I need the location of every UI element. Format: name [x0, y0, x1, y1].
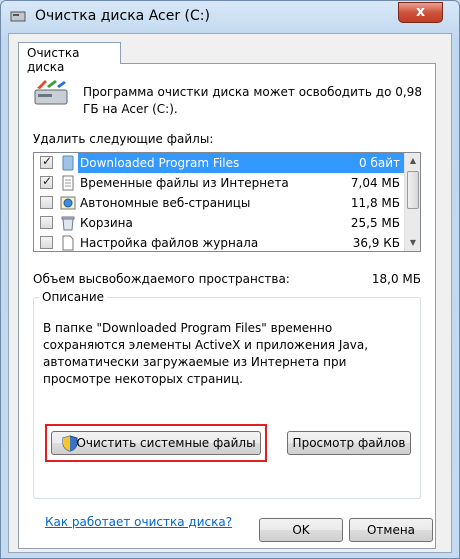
- list-item[interactable]: Downloaded Program Files 0 байт: [34, 153, 404, 173]
- window-title: Очистка диска Acer (C:): [35, 8, 210, 24]
- file-size: 11,8 МБ: [350, 196, 400, 210]
- file-size: 0 байт: [359, 156, 400, 170]
- tab-disk-cleanup[interactable]: Очистка диска: [18, 42, 121, 74]
- files-to-delete-list[interactable]: Downloaded Program Files 0 байт Временны…: [33, 152, 421, 252]
- file-checkbox[interactable]: [40, 154, 53, 169]
- clean-system-files-button[interactable]: Очистить системные файлы: [51, 431, 261, 455]
- cancel-button[interactable]: Отмена: [349, 518, 433, 542]
- file-name: Временные файлы из Интернета: [80, 176, 289, 190]
- space-gain-label: Объем высвобождаемого пространства:: [33, 272, 290, 286]
- list-scrollbar[interactable]: ▲ ▼: [404, 153, 420, 251]
- file-size: 25,5 МБ: [350, 216, 400, 230]
- disk-cleanup-icon: [34, 80, 68, 105]
- description-text: В папке "Downloaded Program Files" време…: [43, 321, 369, 386]
- tab-label: Очистка диска: [27, 46, 80, 74]
- document-icon: [62, 175, 74, 191]
- list-item[interactable]: Автономные веб-страницы 11,8 МБ: [34, 193, 404, 213]
- list-item[interactable]: Корзина 25,5 МБ: [34, 213, 404, 233]
- folder-icon: [62, 155, 74, 171]
- ok-button[interactable]: OK: [259, 518, 343, 542]
- file-checkbox[interactable]: [40, 196, 53, 209]
- scroll-thumb[interactable]: [407, 171, 419, 209]
- clean-system-files-label: Очистить системные файлы: [76, 436, 256, 450]
- close-button[interactable]: x: [398, 2, 443, 23]
- disk-cleanup-app-icon: [10, 11, 26, 22]
- space-gain-value: 18,0 МБ: [371, 272, 421, 286]
- file-name: Автономные веб-страницы: [80, 196, 251, 210]
- title-bar[interactable]: Очистка диска Acer (C:) x: [1, 1, 459, 33]
- file-size: 7,04 МБ: [350, 176, 400, 190]
- file-size: 36,9 КБ: [352, 236, 400, 250]
- how-disk-cleanup-works-link[interactable]: Как работает очистка диска?: [45, 515, 232, 529]
- file-checkbox[interactable]: [40, 216, 53, 229]
- files-to-delete-label: Удалить следующие файлы:: [33, 132, 214, 146]
- scroll-up-arrow-icon[interactable]: ▲: [405, 153, 420, 169]
- offline-pages-icon: [60, 196, 76, 210]
- view-files-label: Просмотр файлов: [292, 436, 406, 450]
- file-checkbox[interactable]: [40, 174, 53, 189]
- view-files-button[interactable]: Просмотр файлов: [287, 431, 411, 455]
- list-item[interactable]: Настройка файлов журнала 36,9 КБ: [34, 233, 404, 251]
- file-name: Корзина: [80, 216, 133, 230]
- blank-file-icon: [62, 235, 74, 251]
- recycle-bin-icon: [61, 216, 75, 231]
- description-legend: Описание: [39, 290, 108, 304]
- dialog-client-area: Очистка диска Программа очистки диска мо…: [8, 33, 452, 553]
- disk-cleanup-window: Очистка диска Acer (C:) x Очистка диска …: [0, 0, 460, 559]
- close-icon: x: [415, 4, 426, 20]
- file-checkbox[interactable]: [40, 236, 53, 249]
- scroll-down-arrow-icon[interactable]: ▼: [405, 235, 420, 251]
- file-name: Downloaded Program Files: [80, 156, 240, 170]
- tab-panel: Программа очистки диска может освободить…: [18, 63, 436, 549]
- intro-text: Программа очистки диска может освободить…: [83, 85, 422, 116]
- ok-label: OK: [292, 523, 310, 537]
- cancel-label: Отмена: [366, 523, 416, 537]
- file-name: Настройка файлов журнала: [80, 236, 259, 250]
- list-item[interactable]: Временные файлы из Интернета 7,04 МБ: [34, 173, 404, 193]
